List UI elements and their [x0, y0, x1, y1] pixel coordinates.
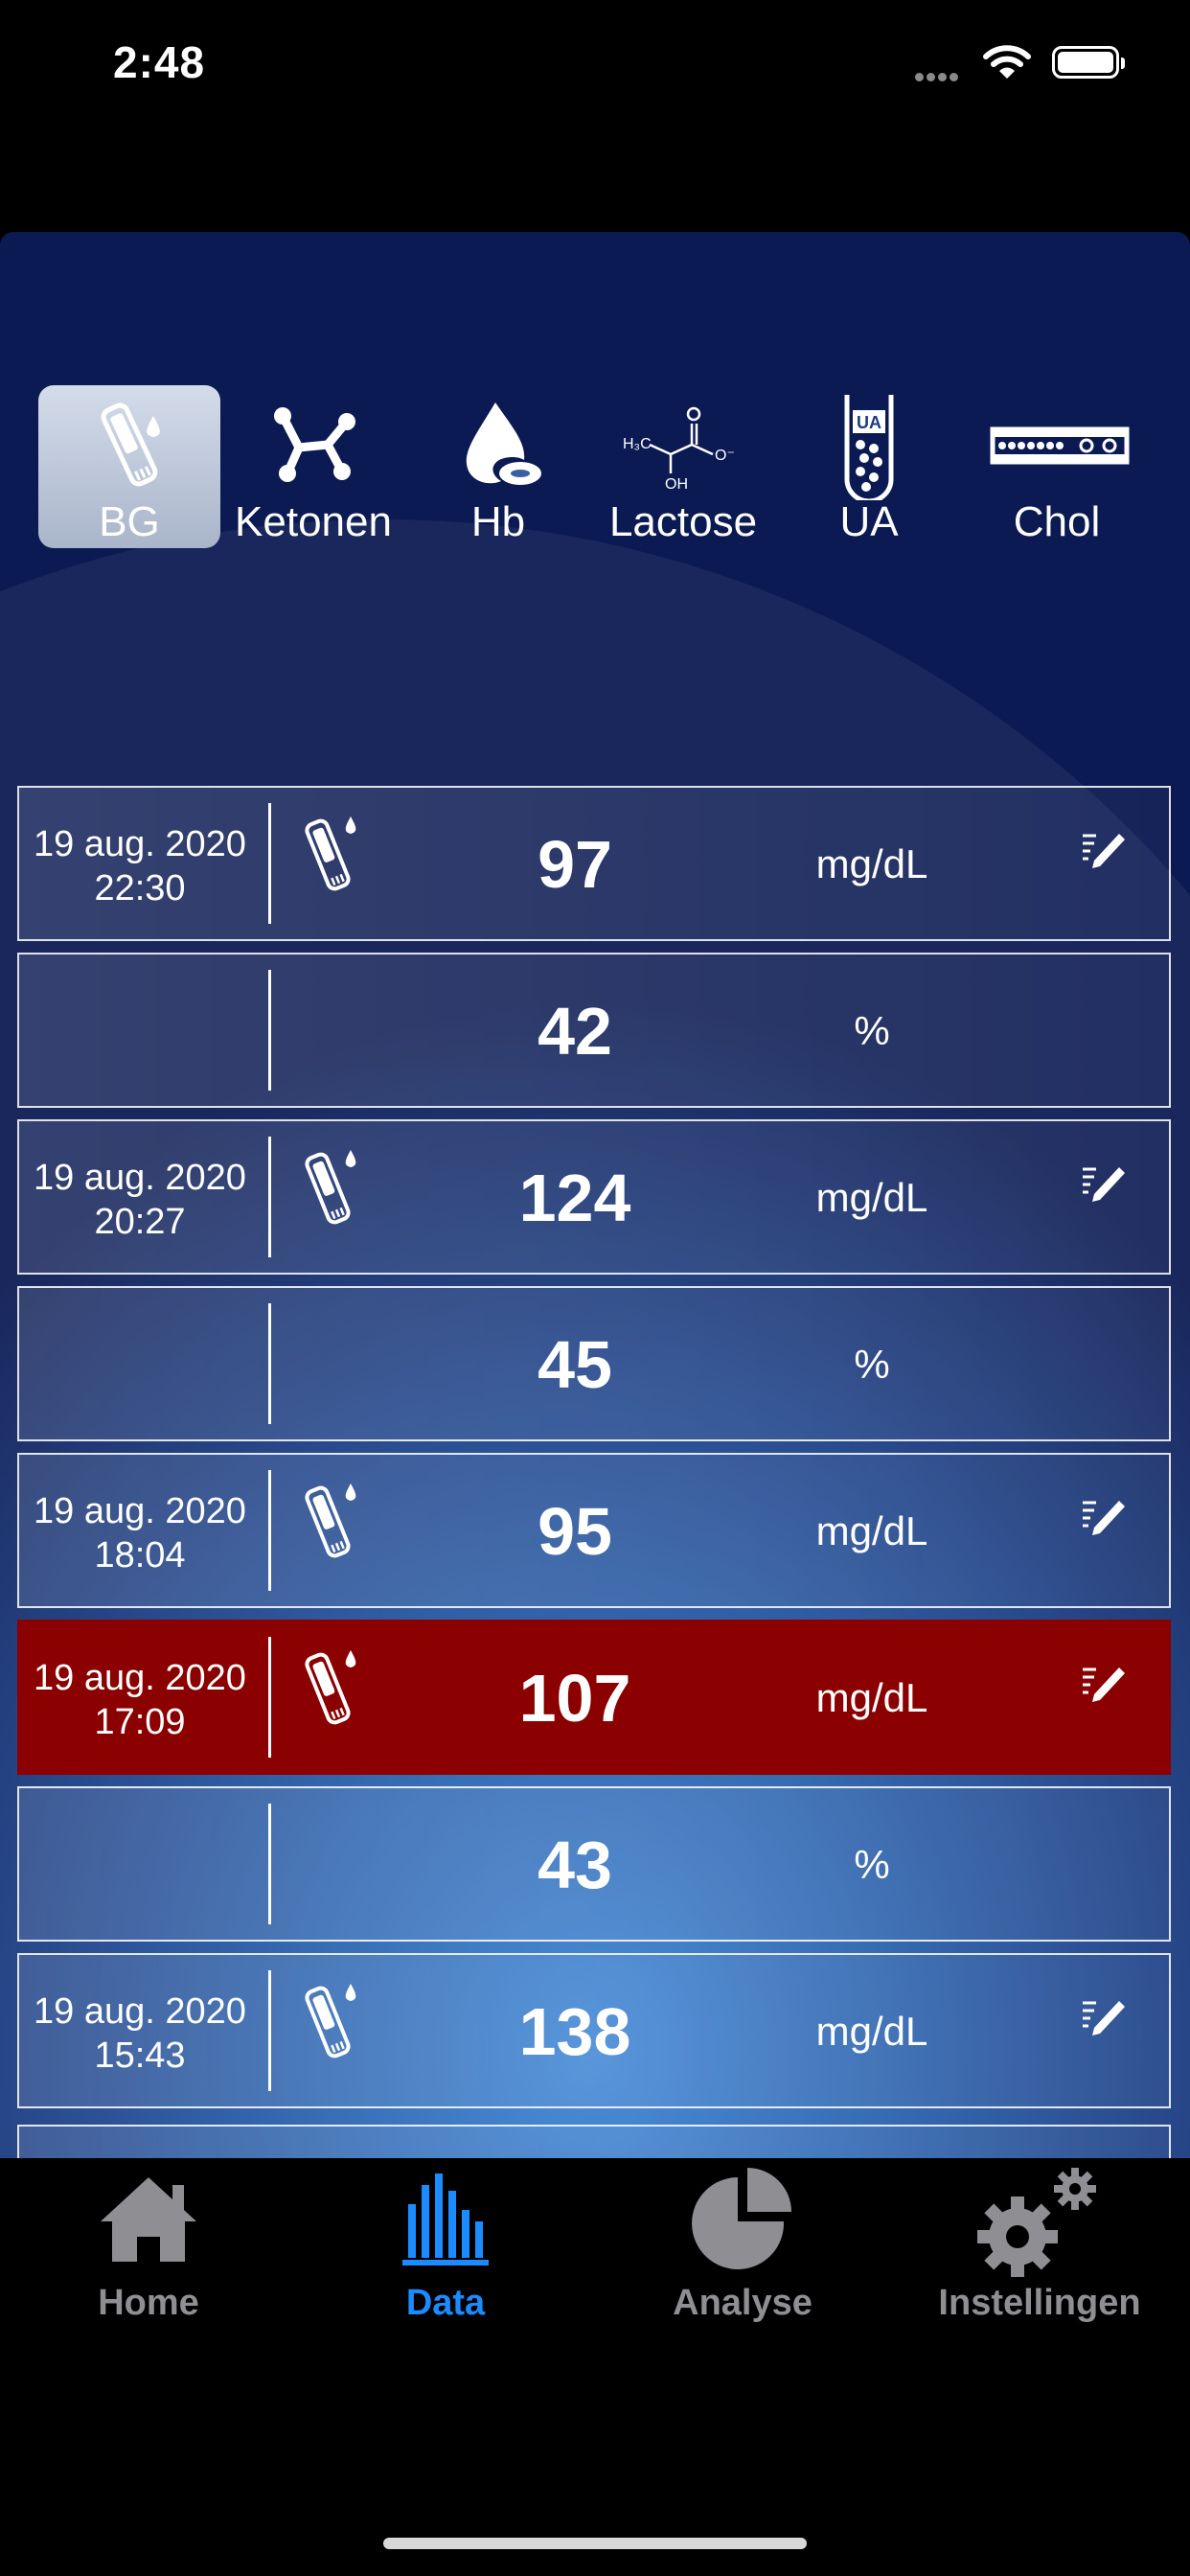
tab-label: Chol	[1013, 498, 1101, 545]
row-divider	[268, 1137, 271, 1257]
edit-note-icon[interactable]	[1081, 1662, 1127, 1709]
svg-text:H₃C: H₃C	[623, 436, 652, 452]
tab-label: Home	[98, 2283, 199, 2323]
list-item[interactable]: 19 aug. 2020 20:27 124 mg/dL	[17, 1119, 1171, 1275]
tab-label: Instellingen	[938, 2283, 1141, 2323]
tab-label: Data	[405, 2283, 486, 2323]
test-strip-icon	[303, 809, 364, 900]
tab-ketonen[interactable]: Ketonen	[222, 385, 404, 548]
molecule-icon	[222, 395, 404, 491]
record-value: 97	[538, 827, 612, 902]
tab-analyse[interactable]: Analyse	[594, 2158, 891, 2331]
uric-acid-tube-icon: UA	[778, 395, 960, 504]
record-unit: %	[854, 1842, 890, 1887]
record-value: 107	[518, 1661, 631, 1736]
tab-bar: Home Data Analyse Instellingen	[0, 2158, 1190, 2576]
list-item[interactable]: 19 aug. 2020 15:43 138 mg/dL	[17, 1953, 1171, 2108]
record-datetime: 19 aug. 2020 18:04	[19, 1489, 261, 1577]
edit-note-icon[interactable]	[1081, 828, 1127, 875]
record-time: 20:27	[94, 1202, 186, 1242]
record-date: 19 aug. 2020	[34, 1658, 246, 1698]
record-unit: %	[854, 1342, 890, 1387]
status-bar: 2:48	[0, 0, 1190, 134]
record-time: 17:09	[94, 1702, 186, 1742]
row-divider	[268, 1470, 271, 1591]
tab-chol[interactable]: Chol	[966, 385, 1148, 548]
list-item-partial[interactable]	[17, 2125, 1171, 2158]
record-unit: mg/dL	[815, 1508, 928, 1553]
record-date: 19 aug. 2020	[34, 1158, 246, 1198]
svg-text:O⁻: O⁻	[715, 448, 735, 464]
edit-note-icon[interactable]	[1081, 1995, 1127, 2042]
row-divider	[268, 970, 271, 1091]
row-divider	[268, 1970, 271, 2091]
record-unit: %	[854, 1008, 890, 1053]
record-datetime: 19 aug. 2020 22:30	[19, 822, 261, 910]
record-value: 124	[518, 1161, 631, 1235]
test-strip-icon	[303, 1643, 364, 1734]
record-datetime: 19 aug. 2020 20:27	[19, 1156, 261, 1244]
cellular-signal-icon	[915, 69, 961, 86]
list-item[interactable]: 19 aug. 2020 22:30 97 mg/dL	[17, 786, 1171, 941]
test-strip-icon	[303, 1142, 364, 1233]
list-item[interactable]: 42%	[17, 953, 1171, 1108]
record-value: 43	[538, 1828, 612, 1902]
tab-ua[interactable]: UA UA	[778, 385, 960, 548]
record-date: 19 aug. 2020	[34, 1491, 246, 1531]
home-icon	[0, 2166, 297, 2281]
status-time: 2:48	[113, 37, 206, 87]
list-item[interactable]: 45%	[17, 1286, 1171, 1441]
record-unit: mg/dL	[815, 1175, 928, 1220]
edit-note-icon[interactable]	[1081, 1495, 1127, 1542]
blood-drop-icon	[407, 395, 589, 491]
row-divider	[268, 1637, 271, 1758]
tab-hb[interactable]: Hb	[407, 385, 589, 548]
test-strip-icon	[303, 1976, 364, 2067]
bar-chart-icon	[297, 2166, 594, 2281]
gears-icon	[891, 2166, 1188, 2281]
list-item[interactable]: 19 aug. 2020 17:09 107 mg/dL	[17, 1620, 1171, 1775]
wifi-icon	[983, 44, 1031, 85]
record-value: 138	[518, 1994, 631, 2069]
lactate-formula-icon: H₃C OH O⁻	[592, 395, 774, 493]
pie-chart-icon	[594, 2166, 891, 2281]
test-strip-icon	[38, 395, 220, 491]
svg-text:OH: OH	[665, 476, 688, 491]
record-datetime: 19 aug. 2020 17:09	[19, 1656, 261, 1744]
tab-bg[interactable]: BG	[38, 385, 220, 548]
row-divider	[268, 803, 271, 924]
row-divider	[268, 1804, 271, 1924]
tab-lactose[interactable]: H₃C OH O⁻ Lactose	[592, 385, 774, 548]
record-unit: mg/dL	[815, 1675, 928, 1720]
record-unit: mg/dL	[815, 841, 928, 886]
test-strip-icon	[303, 1476, 364, 1567]
tab-home[interactable]: Home	[0, 2158, 297, 2331]
cholesterol-vessel-icon	[966, 395, 1148, 491]
category-tabs: BG Ketonen Hb H₃C OH O⁻ Lactose UA UA Ch…	[0, 385, 1190, 558]
record-value: 95	[538, 1494, 612, 1569]
edit-note-icon[interactable]	[1081, 1162, 1127, 1208]
tab-data[interactable]: Data	[297, 2158, 594, 2331]
data-panel: BG Ketonen Hb H₃C OH O⁻ Lactose UA UA Ch…	[0, 232, 1190, 2158]
list-item[interactable]: 43%	[17, 1786, 1171, 1942]
row-divider	[268, 1303, 271, 1424]
battery-icon	[1052, 46, 1125, 79]
record-date: 19 aug. 2020	[34, 824, 246, 864]
record-datetime: 19 aug. 2020 15:43	[19, 1990, 261, 2078]
list-item[interactable]: 19 aug. 2020 18:04 95 mg/dL	[17, 1453, 1171, 1608]
home-indicator[interactable]	[383, 2538, 807, 2549]
record-time: 15:43	[94, 2036, 186, 2076]
svg-text:UA: UA	[857, 413, 881, 432]
record-date: 19 aug. 2020	[34, 1991, 246, 2032]
tab-instellingen[interactable]: Instellingen	[891, 2158, 1188, 2331]
record-value: 42	[538, 994, 612, 1069]
record-time: 22:30	[94, 868, 186, 908]
record-value: 45	[538, 1327, 612, 1402]
record-unit: mg/dL	[815, 2009, 928, 2054]
record-time: 18:04	[94, 1535, 186, 1576]
tab-label: Analyse	[673, 2283, 812, 2323]
